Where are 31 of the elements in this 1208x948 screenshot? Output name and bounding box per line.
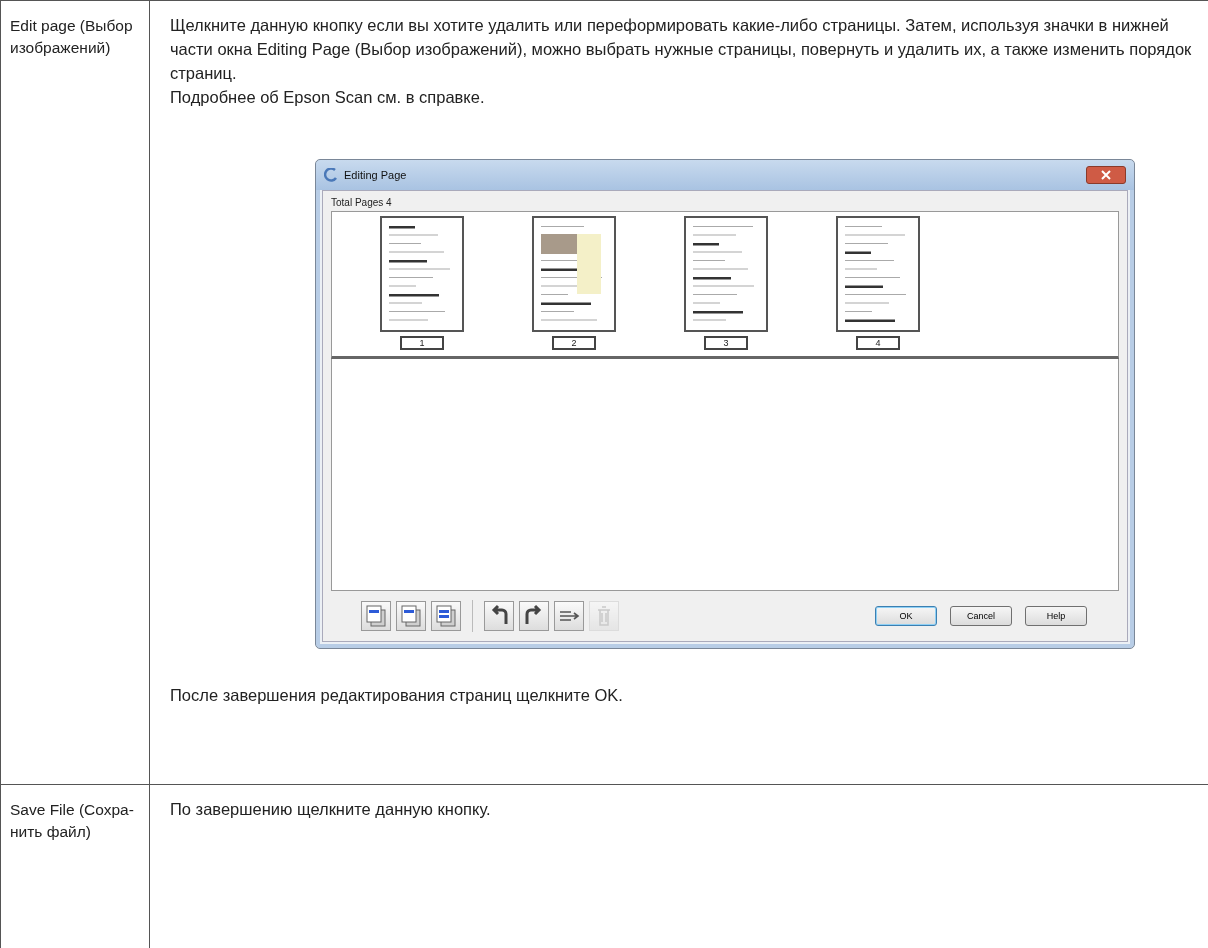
close-icon [1100, 170, 1112, 180]
dialog-button[interactable]: Help [1025, 606, 1087, 626]
page-stack-button[interactable] [396, 601, 426, 631]
description-text: Подробнее об Epson Scan см. в справке. [170, 87, 486, 108]
page-thumbnail-drawing[interactable] [684, 216, 768, 332]
page-number: 4 [856, 336, 900, 350]
page-stack-icon [399, 604, 423, 628]
close-button[interactable] [1086, 166, 1126, 184]
description-text: Щелкните данную кнопку если вы хотите удалить или переформировать какие-либо страницы. Затем, используя значки в нижней части окна Editing Page (Выбор изображений), можно выбрать нужные страницы, повернуть и удалить их, а также изменить порядок страниц. [170, 15, 1193, 84]
description-text: По завершению щелкните данную кнопку. [170, 799, 492, 820]
row-label: Save File (Сохра-нить файл) [10, 801, 134, 840]
note-text: После завершения редактирования страниц щелкните OK. [170, 685, 624, 706]
page-stack-button[interactable] [431, 601, 461, 631]
page-number: 3 [704, 336, 748, 350]
rotate-arrow-button[interactable] [519, 601, 549, 631]
total-pages-label: Total Pages 4 [331, 197, 392, 208]
row-label: Edit page (Выбор изображений) [10, 17, 133, 56]
window-title: Editing Page [344, 169, 408, 181]
page-thumbnail-drawing[interactable] [836, 216, 920, 332]
page-number: 1 [400, 336, 444, 350]
dialog-button[interactable]: Cancel [950, 606, 1012, 626]
page-stack-icon [434, 604, 458, 628]
page-thumbnail-drawing[interactable] [532, 216, 616, 332]
dialog-button[interactable]: OK [875, 606, 937, 626]
page-stack-button[interactable] [361, 601, 391, 631]
page-thumbnail-drawing[interactable] [380, 216, 464, 332]
rotate-arrow-button[interactable] [484, 601, 514, 631]
page-stack-icon [364, 604, 388, 628]
app-icon [324, 168, 338, 182]
page-number: 2 [552, 336, 596, 350]
reorder-button[interactable] [554, 601, 584, 631]
